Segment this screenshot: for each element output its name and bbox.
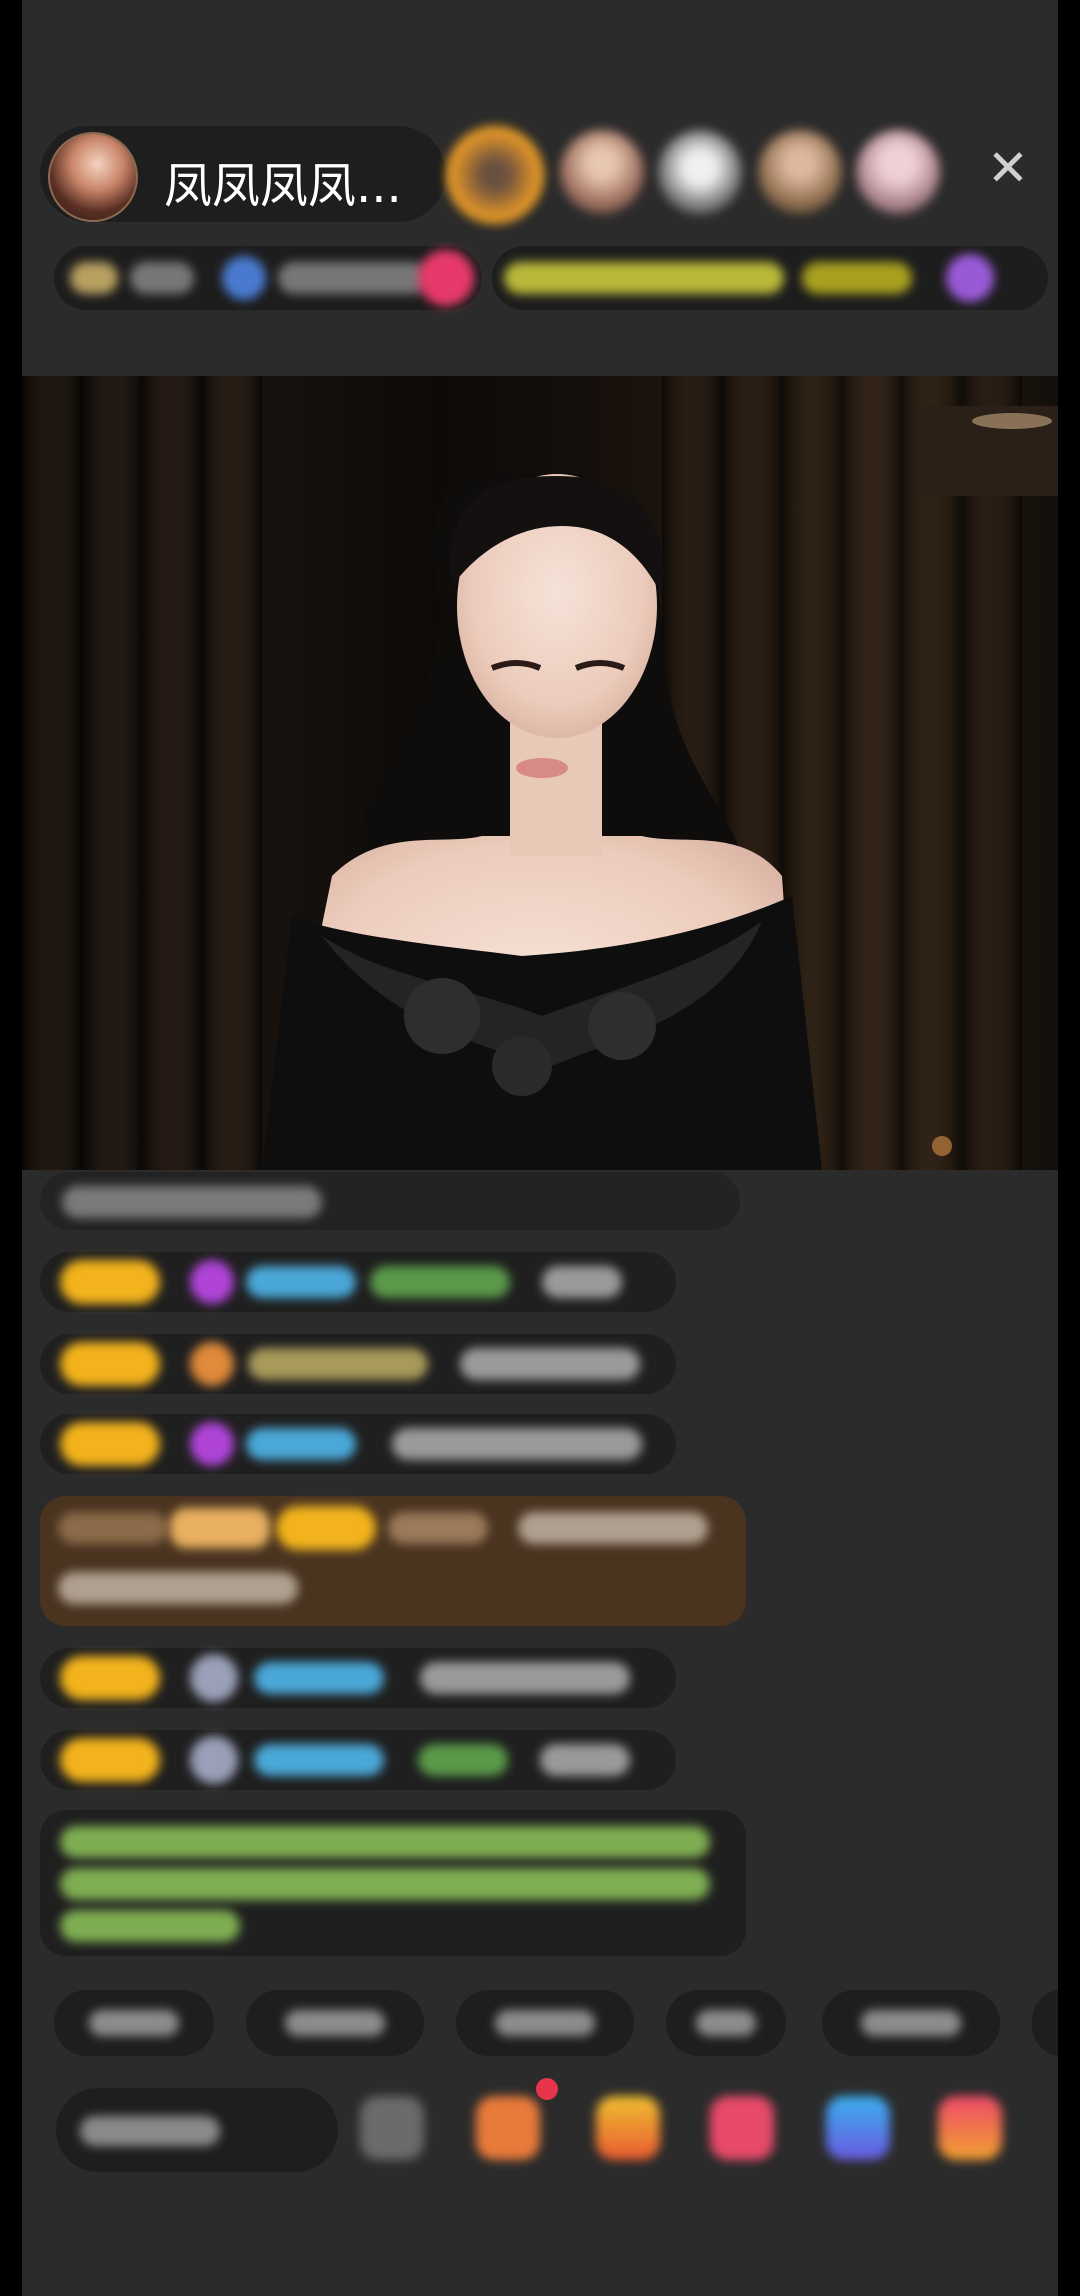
gem-icon	[190, 1422, 234, 1466]
chat-username	[254, 1744, 384, 1776]
fan-badge	[60, 1342, 160, 1386]
notice-line	[60, 1826, 710, 1858]
host-avatar[interactable]	[48, 132, 138, 222]
chat-text	[392, 1428, 642, 1460]
follow-button[interactable]	[418, 250, 474, 306]
level-icon	[190, 1342, 234, 1386]
chat-username	[254, 1662, 384, 1694]
chat-username	[388, 1512, 488, 1544]
chat-username	[246, 1428, 356, 1460]
rank-icon	[70, 262, 118, 294]
notice-line	[60, 1868, 710, 1900]
stream-frame	[22, 376, 1058, 1170]
gift-box-icon[interactable]	[476, 2096, 540, 2160]
level-icon	[222, 256, 266, 300]
gift-icon[interactable]	[938, 2096, 1002, 2160]
fan-badge	[60, 1260, 160, 1304]
level-text	[278, 262, 428, 294]
chat-username	[248, 1348, 428, 1380]
host-info-pill[interactable]: 凤凤凤凤...	[40, 126, 446, 222]
chat-message[interactable]	[40, 1414, 676, 1474]
notice-line	[60, 1910, 240, 1942]
game-icon[interactable]	[826, 2096, 890, 2160]
fan-badge	[60, 1656, 160, 1700]
viewer-avatar[interactable]	[758, 130, 842, 214]
viewer-avatar[interactable]	[560, 130, 644, 214]
level-icon	[190, 1654, 238, 1702]
fan-badge	[60, 1422, 160, 1466]
chat-message[interactable]	[40, 1334, 676, 1394]
activity-icon	[946, 254, 994, 302]
viewer-avatar[interactable]	[446, 126, 544, 224]
live-room: 凤凤凤凤... ✕	[22, 0, 1058, 2296]
live-stream-video[interactable]	[22, 376, 1058, 1170]
quick-reply-chip[interactable]	[456, 1990, 634, 2056]
gem-icon	[190, 1260, 234, 1304]
chat-message[interactable]	[40, 1730, 676, 1790]
level-icon	[190, 1736, 238, 1784]
chat-message-highlight[interactable]	[40, 1496, 746, 1626]
noble-badge	[58, 1512, 168, 1544]
chat-message[interactable]	[40, 1648, 676, 1708]
quick-reply-chip[interactable]	[1032, 1990, 1058, 2056]
system-notice[interactable]	[40, 1810, 746, 1956]
fan-badge	[60, 1738, 160, 1782]
comment-input[interactable]	[56, 2088, 338, 2172]
like-icon[interactable]	[710, 2096, 774, 2160]
activity-text	[504, 262, 784, 294]
chat-text	[420, 1662, 630, 1694]
chat-text	[542, 1266, 622, 1298]
wish-icon[interactable]	[596, 2096, 660, 2160]
viewer-avatar[interactable]	[658, 130, 742, 214]
noble-icon	[170, 1508, 270, 1548]
chat-target	[370, 1266, 510, 1298]
notification-dot	[536, 2078, 558, 2100]
quick-reply-chip[interactable]	[246, 1990, 424, 2056]
chat-message[interactable]	[40, 1252, 676, 1312]
close-icon[interactable]: ✕	[984, 143, 1032, 193]
quick-reply-chip[interactable]	[822, 1990, 1000, 2056]
chat-text	[540, 1744, 630, 1776]
host-name[interactable]: 凤凤凤凤...	[164, 146, 402, 216]
activity-tag	[802, 262, 912, 294]
rank-text	[130, 262, 194, 294]
chat-text	[460, 1348, 640, 1380]
chat-text	[518, 1512, 708, 1544]
viewer-avatar[interactable]	[856, 130, 940, 214]
chat-message[interactable]	[40, 1172, 740, 1230]
chat-target	[418, 1744, 508, 1776]
quick-reply-chip[interactable]	[666, 1990, 786, 2056]
fan-badge	[276, 1506, 376, 1550]
share-icon[interactable]	[360, 2096, 424, 2160]
quick-reply-chip[interactable]	[54, 1990, 214, 2056]
chat-text-cont	[58, 1572, 298, 1604]
chat-username	[246, 1266, 356, 1298]
